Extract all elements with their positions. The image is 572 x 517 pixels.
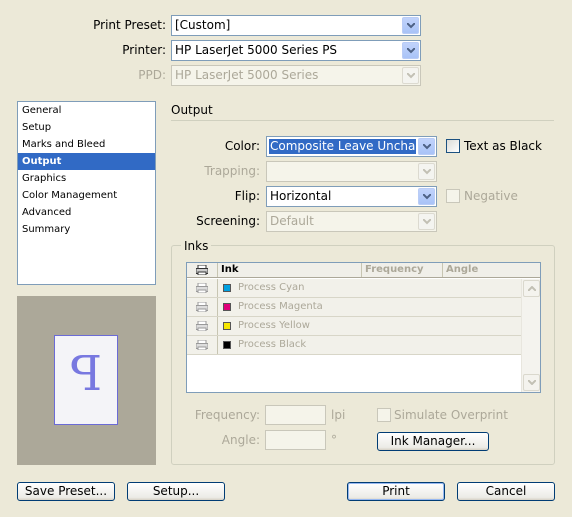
printer-dropdown[interactable]: HP LaserJet 5000 Series PS [171,40,421,61]
chevron-down-icon[interactable] [402,42,419,59]
printer-icon-cell[interactable] [187,317,218,335]
printer-icon [196,321,208,331]
ink-name: Process Black [238,339,307,350]
printer-icon [196,283,208,293]
sidebar-item-graphics[interactable]: Graphics [18,170,155,187]
sidebar-item-advanced[interactable]: Advanced [18,204,155,221]
angle-input [265,430,326,450]
flip-dropdown[interactable]: Horizontal [266,186,437,207]
frequency-label: Frequency: [194,408,260,422]
ink-name: Process Cyan [238,282,305,293]
ink-manager-button[interactable]: Ink Manager... [377,432,489,451]
inks-scrollbar[interactable] [521,279,540,392]
ink-name: Process Yellow [238,320,310,331]
sidebar-item-setup[interactable]: Setup [18,119,155,136]
ppd-value: HP LaserJet 5000 Series [175,68,319,82]
printer-label: Printer: [122,43,166,57]
column-header-angle[interactable]: Angle [443,263,540,277]
printer-icon-cell[interactable] [187,298,218,316]
ink-row-yellow[interactable]: Process Yellow [187,317,521,336]
ink-swatch-cyan [223,284,231,292]
sidebar-item-output[interactable]: Output [18,153,155,170]
text-as-black-checkbox[interactable] [446,139,460,153]
inks-table-header: Ink Frequency Angle [187,263,540,278]
ink-swatch-black [223,341,231,349]
setup-button[interactable]: Setup... [127,482,225,501]
angle-unit: ° [331,433,337,447]
preview-page: P [54,335,118,425]
frequency-unit: lpi [331,408,346,422]
screening-label: Screening: [196,214,260,228]
chevron-up-icon [528,286,536,291]
column-header-frequency[interactable]: Frequency [362,263,443,277]
simulate-overprint-label: Simulate Overprint [394,408,508,422]
inks-title: Inks [181,238,212,254]
simulate-overprint-checkbox [377,408,391,422]
printer-icon [196,340,208,350]
text-as-black-label: Text as Black [464,139,542,153]
chevron-down-icon[interactable] [418,138,435,155]
chevron-down-icon [528,380,536,385]
category-list[interactable]: General Setup Marks and Bleed Output Gra… [17,101,156,285]
printer-icon-cell[interactable] [187,336,218,354]
chevron-down-icon [402,67,419,84]
preview-glyph: P [69,346,103,402]
flip-label: Flip: [234,189,260,203]
ink-row-magenta[interactable]: Process Magenta [187,298,521,317]
ppd-label: PPD: [138,68,166,82]
ppd-dropdown: HP LaserJet 5000 Series [171,65,421,86]
ink-swatch-magenta [223,303,231,311]
section-title: Output [171,103,213,117]
ink-row-cyan[interactable]: Process Cyan [187,279,521,298]
printer-icon [196,265,208,275]
scroll-up-button[interactable] [523,280,540,297]
color-dropdown[interactable]: Composite Leave Unchanged [266,136,437,157]
color-label: Color: [224,139,260,153]
frequency-input [265,405,326,425]
chevron-down-icon[interactable] [402,17,419,34]
sidebar-item-summary[interactable]: Summary [18,221,155,238]
sidebar-item-marks-and-bleed[interactable]: Marks and Bleed [18,136,155,153]
angle-label: Angle: [221,433,260,447]
print-button[interactable]: Print [347,482,445,501]
printer-icon-column [187,263,218,277]
column-header-ink[interactable]: Ink [218,263,362,277]
sidebar-item-color-management[interactable]: Color Management [18,187,155,204]
chevron-down-icon [418,163,435,180]
screening-value: Default [270,214,314,228]
flip-value: Horizontal [270,189,332,203]
save-preset-button[interactable]: Save Preset... [17,482,115,501]
sidebar-item-general[interactable]: General [18,102,155,119]
ink-row-black[interactable]: Process Black [187,336,521,355]
printer-icon [196,302,208,312]
ink-swatch-yellow [223,322,231,330]
section-divider [171,120,554,121]
chevron-down-icon[interactable] [418,188,435,205]
color-value: Composite Leave Unchanged [269,139,416,154]
negative-label: Negative [464,189,518,203]
printer-icon-cell[interactable] [187,279,218,297]
page-preview: P [17,296,156,465]
chevron-down-icon [418,213,435,230]
scroll-down-button[interactable] [523,374,540,391]
print-preset-value: [Custom] [175,18,231,32]
cancel-button[interactable]: Cancel [457,482,555,501]
trapping-label: Trapping: [204,164,260,178]
print-preset-dropdown[interactable]: [Custom] [171,15,421,36]
ink-name: Process Magenta [238,301,323,312]
screening-dropdown: Default [266,211,437,232]
inks-table[interactable]: Ink Frequency Angle Process Cyan Process… [186,262,541,393]
print-preset-label: Print Preset: [93,18,166,32]
negative-checkbox [446,189,460,203]
trapping-dropdown [266,161,437,182]
printer-value: HP LaserJet 5000 Series PS [175,43,338,57]
